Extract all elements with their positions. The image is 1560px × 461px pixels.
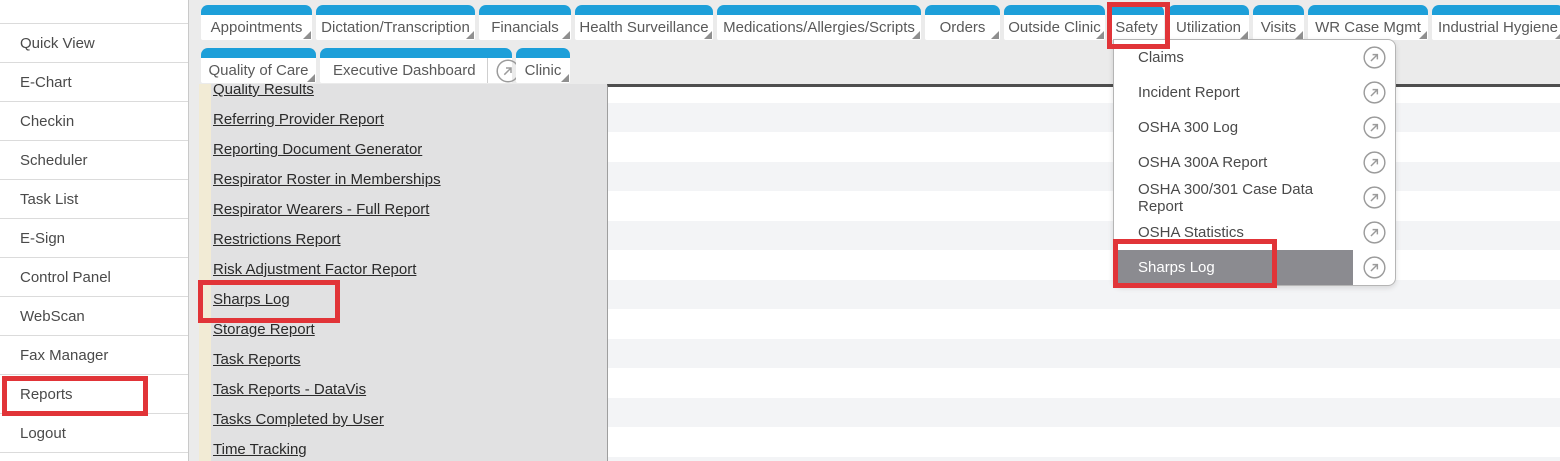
sidebar-item-empty: [0, 0, 188, 24]
report-link-referring-provider-report[interactable]: Referring Provider Report: [213, 105, 607, 135]
tab-financials[interactable]: Financials: [479, 5, 571, 40]
dropdown-fold-icon: [704, 31, 712, 39]
menu-item-osha-300a-report[interactable]: OSHA 300A Report: [1114, 145, 1395, 180]
report-link-respirator-roster-in-memberships[interactable]: Respirator Roster in Memberships: [213, 165, 607, 195]
report-link-respirator-wearers-full-report[interactable]: Respirator Wearers - Full Report: [213, 195, 607, 225]
tab-health-surveillance[interactable]: Health Surveillance: [575, 5, 713, 40]
dropdown-fold-icon: [466, 31, 474, 39]
sidebar-item-e-sign[interactable]: E-Sign: [0, 219, 188, 258]
dropdown-fold-icon: [307, 74, 315, 82]
external-link-icon[interactable]: [1353, 75, 1395, 110]
dropdown-fold-icon: [1419, 31, 1427, 39]
tab-outside-clinic[interactable]: Outside Clinic: [1004, 5, 1105, 40]
sidebar-item-scheduler[interactable]: Scheduler: [0, 141, 188, 180]
tab-visits[interactable]: Visits: [1253, 5, 1304, 40]
dropdown-fold-icon: [1555, 31, 1560, 39]
sidebar-item-checkin[interactable]: Checkin: [0, 102, 188, 141]
tab-row-secondary: Quality of Care Executive Dashboard Clin…: [201, 48, 570, 83]
report-link-risk-adjustment-factor-report[interactable]: Risk Adjustment Factor Report: [213, 255, 607, 285]
report-link-restrictions-report[interactable]: Restrictions Report: [213, 225, 607, 255]
report-link-sharps-log[interactable]: Sharps Log: [213, 285, 607, 315]
external-link-icon[interactable]: [1353, 145, 1395, 180]
sidebar-item-webscan[interactable]: WebScan: [0, 297, 188, 336]
reports-list-panel: Quality Results Referring Provider Repor…: [189, 84, 607, 461]
report-link-reporting-document-generator[interactable]: Reporting Document Generator: [213, 135, 607, 165]
tab-quality-of-care[interactable]: Quality of Care: [201, 48, 316, 83]
external-link-icon[interactable]: [1353, 110, 1395, 145]
tab-medications-allergies-scripts[interactable]: Medications/Allergies/Scripts: [717, 5, 921, 40]
tab-row-primary: Appointments Dictation/Transcription Fin…: [201, 5, 1560, 40]
tab-wr-case-mgmt[interactable]: WR Case Mgmt: [1308, 5, 1428, 40]
report-link-task-reports[interactable]: Task Reports: [213, 345, 607, 375]
sidebar: Quick View E-Chart Checkin Scheduler Tas…: [0, 0, 189, 461]
safety-dropdown-menu: Claims Incident Report OSHA 300 Log OSHA…: [1113, 39, 1396, 286]
menu-item-osha-statistics[interactable]: OSHA Statistics: [1114, 215, 1395, 250]
report-list: Quality Results Referring Provider Repor…: [211, 84, 607, 461]
sidebar-item-quick-view[interactable]: Quick View: [0, 24, 188, 63]
report-link-quality-results[interactable]: Quality Results: [213, 84, 607, 105]
sidebar-item-logout[interactable]: Logout: [0, 414, 188, 453]
menu-item-sharps-log[interactable]: Sharps Log: [1114, 250, 1395, 285]
dropdown-fold-icon: [561, 74, 569, 82]
dropdown-fold-icon: [912, 31, 920, 39]
external-link-icon[interactable]: [1353, 250, 1395, 285]
menu-item-claims[interactable]: Claims: [1114, 40, 1395, 75]
tab-dictation-transcription[interactable]: Dictation/Transcription: [316, 5, 475, 40]
sidebar-item-reports[interactable]: Reports: [0, 375, 188, 414]
dropdown-fold-icon: [1096, 31, 1104, 39]
main-content-area: [607, 84, 1560, 461]
dropdown-fold-icon: [991, 31, 999, 39]
tab-clinic[interactable]: Clinic: [516, 48, 570, 83]
tab-appointments[interactable]: Appointments: [201, 5, 312, 40]
menu-item-osha-300-301-case-data-report[interactable]: OSHA 300/301 Case Data Report: [1114, 180, 1395, 215]
menu-item-osha-300-log[interactable]: OSHA 300 Log: [1114, 110, 1395, 145]
tab-safety[interactable]: Safety: [1109, 5, 1164, 40]
panel-accent-strip: [199, 84, 211, 461]
tab-executive-dashboard[interactable]: Executive Dashboard: [320, 48, 512, 83]
external-link-icon[interactable]: [1353, 180, 1395, 215]
report-link-time-tracking[interactable]: Time Tracking: [213, 435, 607, 461]
sidebar-item-e-chart[interactable]: E-Chart: [0, 63, 188, 102]
sidebar-item-fax-manager[interactable]: Fax Manager: [0, 336, 188, 375]
panel-gutter: [189, 84, 199, 461]
sidebar-item-control-panel[interactable]: Control Panel: [0, 258, 188, 297]
dropdown-fold-icon: [562, 31, 570, 39]
dropdown-fold-icon: [1240, 31, 1248, 39]
report-link-task-reports-datavis[interactable]: Task Reports - DataVis: [213, 375, 607, 405]
menu-item-incident-report[interactable]: Incident Report: [1114, 75, 1395, 110]
report-link-tasks-completed-by-user[interactable]: Tasks Completed by User: [213, 405, 607, 435]
report-link-storage-report[interactable]: Storage Report: [213, 315, 607, 345]
dropdown-fold-icon: [303, 31, 311, 39]
external-link-icon[interactable]: [1353, 215, 1395, 250]
sidebar-item-task-list[interactable]: Task List: [0, 180, 188, 219]
tab-utilization[interactable]: Utilization: [1168, 5, 1249, 40]
external-link-icon[interactable]: [1353, 40, 1395, 75]
tab-industrial-hygiene[interactable]: Industrial Hygiene: [1432, 5, 1560, 40]
dropdown-fold-icon: [1295, 31, 1303, 39]
tab-orders[interactable]: Orders: [925, 5, 1000, 40]
